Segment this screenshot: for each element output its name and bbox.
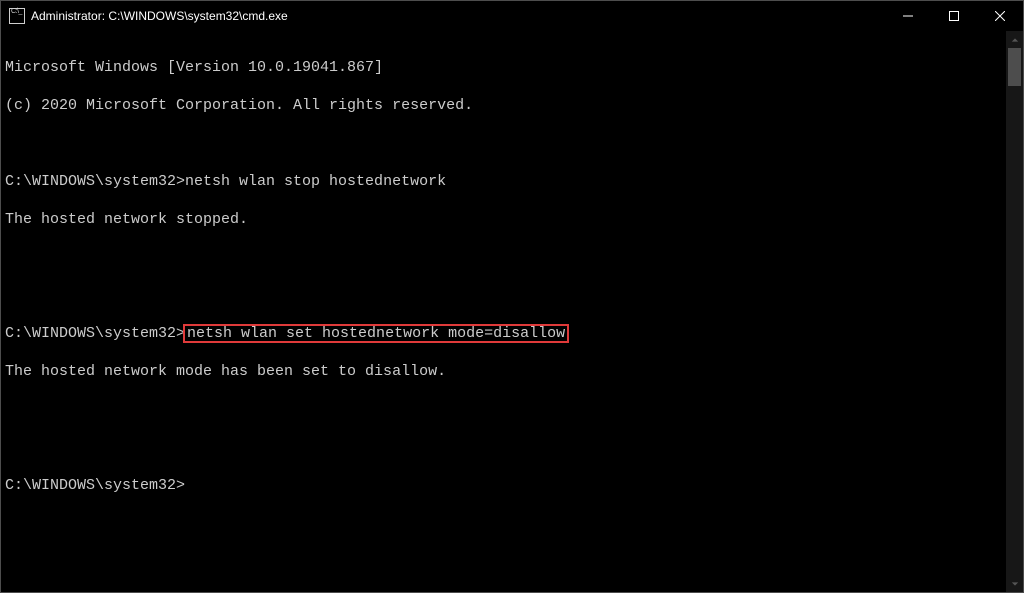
minimize-icon xyxy=(903,11,913,21)
current-prompt: C:\WINDOWS\system32> xyxy=(5,476,1006,495)
maximize-button[interactable] xyxy=(931,1,977,31)
close-button[interactable] xyxy=(977,1,1023,31)
output-line-1: The hosted network stopped. xyxy=(5,210,1006,229)
minimize-button[interactable] xyxy=(885,1,931,31)
terminal-output[interactable]: Microsoft Windows [Version 10.0.19041.86… xyxy=(1,31,1006,592)
titlebar[interactable]: Administrator: C:\WINDOWS\system32\cmd.e… xyxy=(1,1,1023,31)
prompt-text: C:\WINDOWS\system32> xyxy=(5,173,185,190)
blank-line xyxy=(5,400,1006,419)
window-controls xyxy=(885,1,1023,31)
maximize-icon xyxy=(949,11,959,21)
blank-line xyxy=(5,438,1006,457)
copyright-line: (c) 2020 Microsoft Corporation. All righ… xyxy=(5,96,1006,115)
blank-line xyxy=(5,286,1006,305)
cmd-icon xyxy=(9,8,25,24)
scroll-track[interactable] xyxy=(1006,48,1023,575)
scroll-up-button[interactable] xyxy=(1006,31,1023,48)
close-icon xyxy=(995,11,1005,21)
output-line-2: The hosted network mode has been set to … xyxy=(5,362,1006,381)
chevron-down-icon xyxy=(1011,580,1019,588)
cmd-window: Administrator: C:\WINDOWS\system32\cmd.e… xyxy=(0,0,1024,593)
command-line-1: C:\WINDOWS\system32>netsh wlan stop host… xyxy=(5,172,1006,191)
chevron-up-icon xyxy=(1011,36,1019,44)
highlighted-command: netsh wlan set hostednetwork mode=disall… xyxy=(183,324,569,343)
prompt-text: C:\WINDOWS\system32> xyxy=(5,325,185,342)
version-line: Microsoft Windows [Version 10.0.19041.86… xyxy=(5,58,1006,77)
window-title: Administrator: C:\WINDOWS\system32\cmd.e… xyxy=(31,9,288,23)
command-text: netsh wlan stop hostednetwork xyxy=(185,173,446,190)
scroll-thumb[interactable] xyxy=(1008,48,1021,86)
scroll-down-button[interactable] xyxy=(1006,575,1023,592)
blank-line xyxy=(5,248,1006,267)
blank-line xyxy=(5,134,1006,153)
vertical-scrollbar[interactable] xyxy=(1006,31,1023,592)
client-area: Microsoft Windows [Version 10.0.19041.86… xyxy=(1,31,1023,592)
command-line-2: C:\WINDOWS\system32>netsh wlan set hoste… xyxy=(5,324,1006,343)
